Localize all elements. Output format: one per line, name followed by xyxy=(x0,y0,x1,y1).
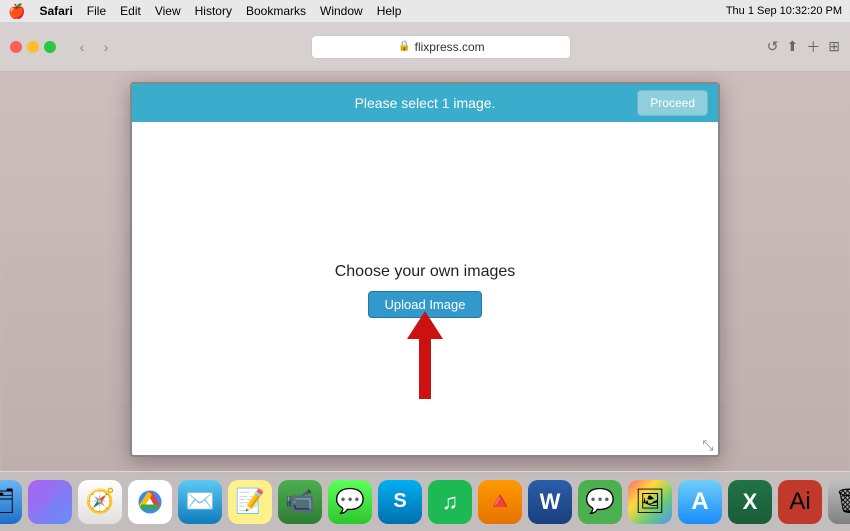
dock-siri[interactable] xyxy=(28,480,72,524)
fullscreen-button[interactable] xyxy=(44,41,56,53)
dock-facetime[interactable]: 📹 xyxy=(278,480,322,524)
address-url: flixpress.com xyxy=(415,40,485,54)
menu-help[interactable]: Help xyxy=(377,4,402,18)
arrow-head xyxy=(407,311,443,339)
address-bar-wrap: 🔒 flixpress.com xyxy=(124,35,759,59)
tab-overview-button[interactable]: ⊞ xyxy=(828,38,840,55)
menu-safari[interactable]: Safari xyxy=(39,4,72,18)
dock-vlc[interactable]: 🔺 xyxy=(478,480,522,524)
menu-history[interactable]: History xyxy=(195,4,232,18)
browser-right-controls: ↺ ⬆ ＋ ⊞ xyxy=(767,37,840,57)
dock: 🗂 🧭 ✉️ 📝 📹 💬 S ♫ 🔺 W 💬 🖼 A X Ai 🗑 xyxy=(0,471,850,531)
close-button[interactable] xyxy=(10,41,22,53)
lock-icon: 🔒 xyxy=(398,41,410,52)
dock-adobe[interactable]: Ai xyxy=(778,480,822,524)
arrow-indicator xyxy=(407,311,443,399)
menu-edit[interactable]: Edit xyxy=(120,4,141,18)
browser-content: Please select 1 image. Proceed Choose yo… xyxy=(0,72,850,531)
dock-spotify[interactable]: ♫ xyxy=(428,480,472,524)
dock-notes[interactable]: 📝 xyxy=(228,480,272,524)
back-button[interactable]: ‹ xyxy=(72,37,92,57)
menu-window[interactable]: Window xyxy=(320,4,363,18)
modal-header: Please select 1 image. Proceed xyxy=(132,84,718,122)
address-bar[interactable]: 🔒 flixpress.com xyxy=(311,35,571,59)
minimize-button[interactable] xyxy=(27,41,39,53)
menu-bar: 🍎 Safari File Edit View History Bookmark… xyxy=(0,0,850,22)
modal-header-text: Please select 1 image. xyxy=(355,95,496,111)
new-tab-button[interactable]: ＋ xyxy=(806,37,820,57)
forward-button[interactable]: › xyxy=(96,37,116,57)
proceed-button[interactable]: Proceed xyxy=(637,90,708,116)
menu-bar-right: Thu 1 Sep 10:32:20 PM xyxy=(726,5,842,17)
dock-mail[interactable]: ✉️ xyxy=(178,480,222,524)
menu-bar-time: Thu 1 Sep 10:32:20 PM xyxy=(726,5,842,17)
browser-nav-controls: ‹ › xyxy=(72,37,116,57)
modal-body: Choose your own images Upload Image xyxy=(132,122,718,457)
apple-menu[interactable]: 🍎 xyxy=(8,3,25,20)
share-button[interactable]: ⬆ xyxy=(787,38,799,55)
resize-handle[interactable]: ⤡ xyxy=(700,437,716,453)
reload-button[interactable]: ↺ xyxy=(767,38,779,55)
arrow-shaft xyxy=(419,339,431,399)
menu-file[interactable]: File xyxy=(87,4,106,18)
dock-trash[interactable]: 🗑 xyxy=(828,480,850,524)
dock-messages[interactable]: 💬 xyxy=(328,480,372,524)
dock-safari[interactable]: 🧭 xyxy=(78,480,122,524)
browser-chrome: ‹ › 🔒 flixpress.com ↺ ⬆ ＋ ⊞ xyxy=(0,22,850,72)
dock-word[interactable]: W xyxy=(528,480,572,524)
menu-view[interactable]: View xyxy=(155,4,181,18)
dock-skype[interactable]: S xyxy=(378,480,422,524)
dock-photos[interactable]: 🖼 xyxy=(628,480,672,524)
dock-excel[interactable]: X xyxy=(728,480,772,524)
dock-finder[interactable]: 🗂 xyxy=(0,480,22,524)
dock-wechat[interactable]: 💬 xyxy=(578,480,622,524)
dock-appstore[interactable]: A xyxy=(678,480,722,524)
traffic-lights xyxy=(10,41,56,53)
modal-container: Please select 1 image. Proceed Choose yo… xyxy=(130,82,720,457)
choose-images-text: Choose your own images xyxy=(335,263,516,281)
menu-bookmarks[interactable]: Bookmarks xyxy=(246,4,306,18)
dock-chrome[interactable] xyxy=(128,480,172,524)
browser-window: ‹ › 🔒 flixpress.com ↺ ⬆ ＋ ⊞ Please selec… xyxy=(0,22,850,531)
